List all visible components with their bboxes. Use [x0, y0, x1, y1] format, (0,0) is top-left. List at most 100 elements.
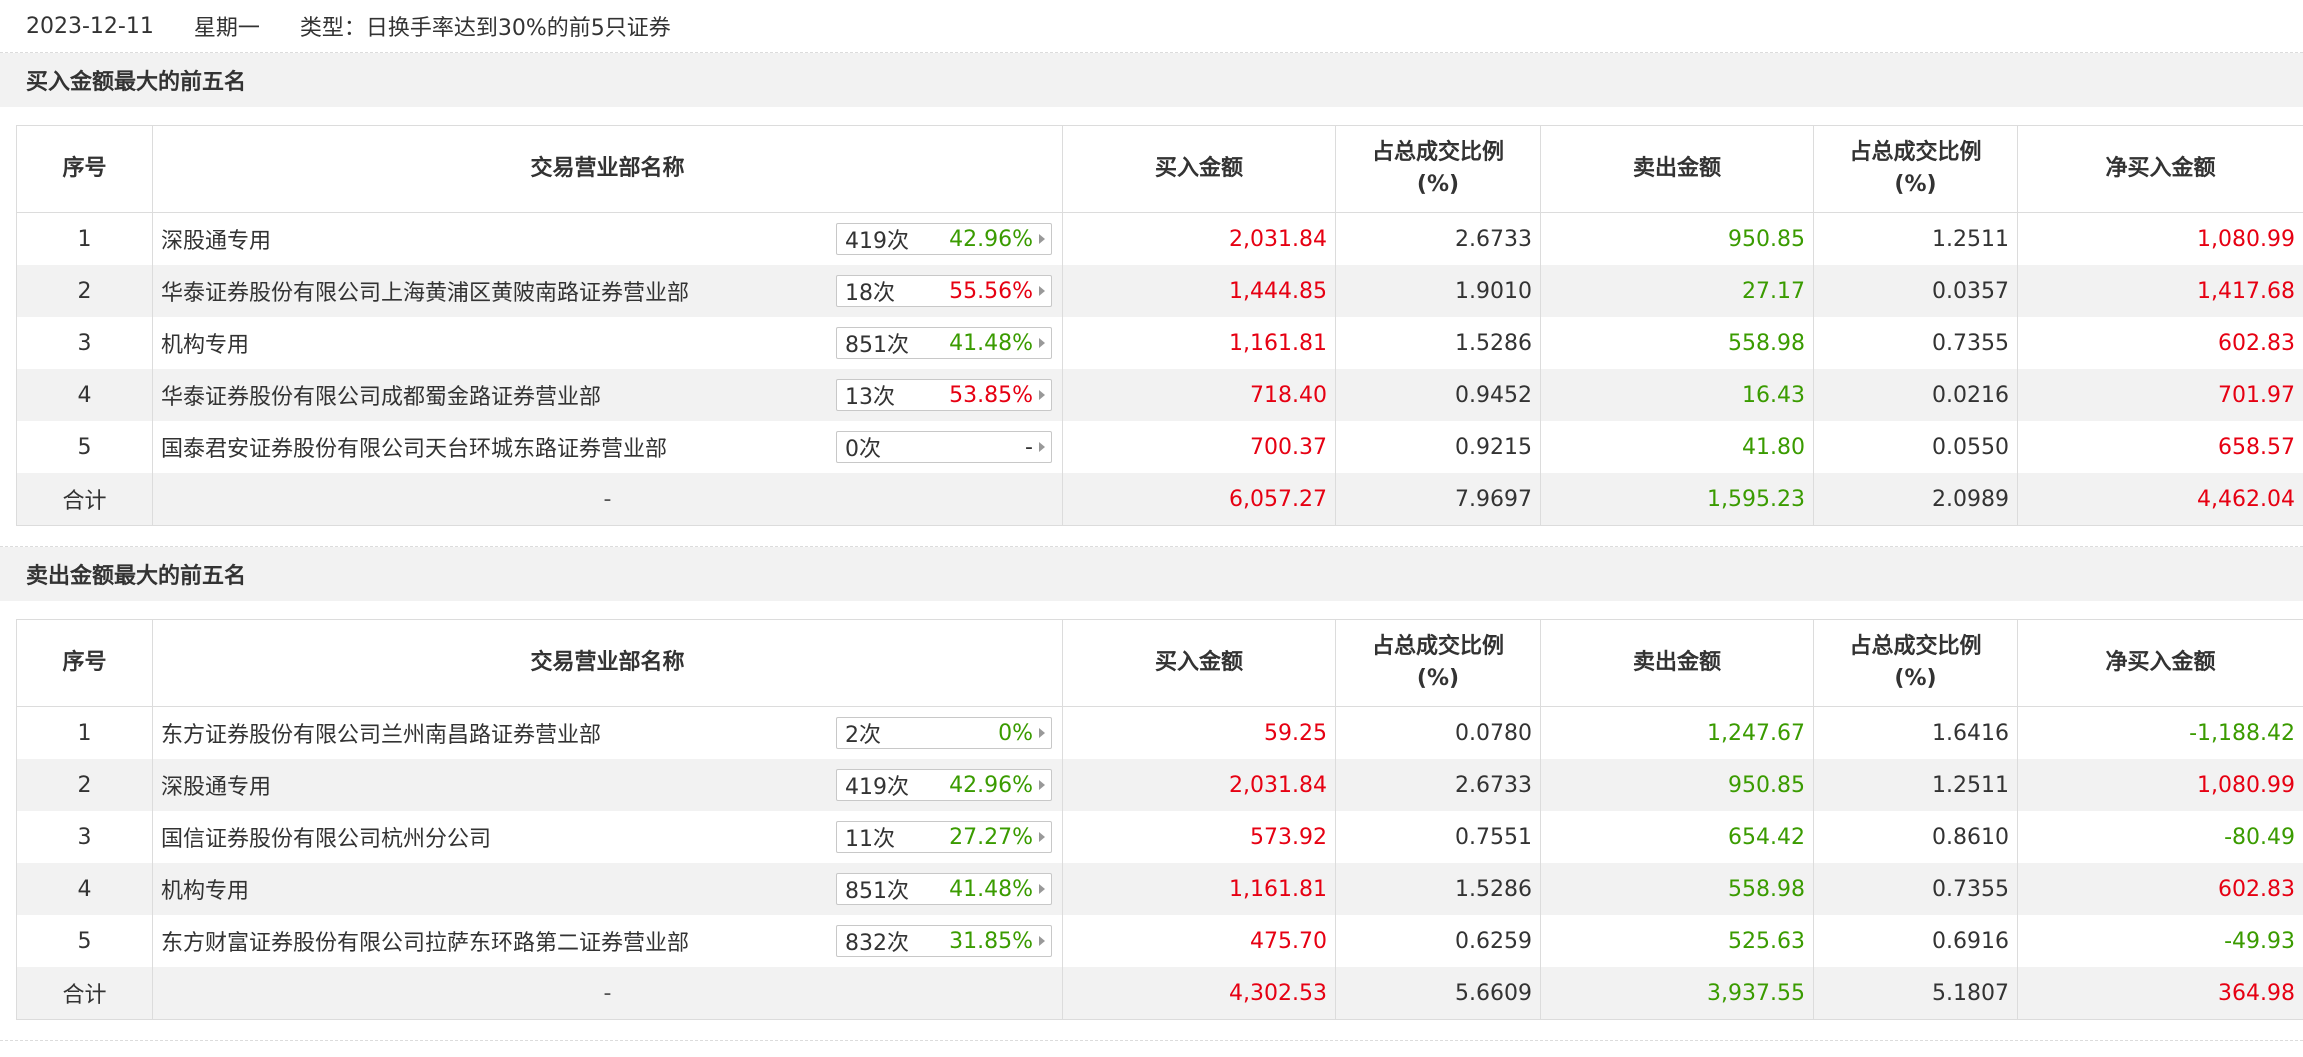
net-buy-amount: 602.83: [2017, 863, 2303, 915]
table-row: 1 深股通专用 419次 42.96% 2,031.84 2.6733 950.85 1.25…: [16, 212, 2303, 265]
branch-stats-badge[interactable]: 419次 42.96%: [836, 769, 1052, 801]
sell-amount: 41.80: [1540, 421, 1814, 473]
branch-stats-badge[interactable]: 11次 27.27%: [836, 821, 1052, 853]
sell-amount: 27.17: [1540, 265, 1814, 317]
listing-count: 851次: [845, 879, 909, 904]
col-sell-ratio-line1: 占总成交比例: [1849, 634, 1982, 659]
sell-amount: 950.85: [1540, 759, 1814, 811]
total-net-buy-amount: 4,462.04: [2017, 473, 2303, 526]
buy-ratio: 0.6259: [1335, 915, 1541, 967]
branch-name-cell: 国信证券股份有限公司杭州分公司 11次 27.27%: [152, 811, 1063, 863]
branch-name[interactable]: 国泰君安证券股份有限公司天台环城东路证券营业部: [161, 431, 667, 463]
net-buy-amount: -80.49: [2017, 811, 2303, 863]
net-buy-amount: 1,080.99: [2017, 212, 2303, 265]
branch-stats-badge[interactable]: 18次 55.56%: [836, 275, 1052, 307]
col-idx: 序号: [16, 125, 153, 213]
net-buy-amount: 701.97: [2017, 369, 2303, 421]
success-rate: 41.48%: [949, 330, 1033, 356]
branch-stats-badge[interactable]: 0次 -: [836, 431, 1052, 463]
table-row: 4 机构专用 851次 41.48% 1,161.81 1.5286 558.98 0.735…: [16, 863, 2303, 915]
buy-ratio: 1.5286: [1335, 317, 1541, 369]
listing-count: 832次: [845, 931, 909, 956]
buy-top5-title: 买入金额最大的前五名: [0, 53, 2303, 107]
branch-name[interactable]: 国信证券股份有限公司杭州分公司: [161, 821, 491, 853]
sell-ratio: 0.6916: [1813, 915, 2018, 967]
branch-stats-badge[interactable]: 2次 0%: [836, 717, 1052, 749]
branch-stats-badge[interactable]: 419次 42.96%: [836, 223, 1052, 255]
branch-name[interactable]: 深股通专用: [161, 223, 271, 255]
buy-ratio: 2.6733: [1335, 212, 1541, 265]
branch-name-cell: 东方证券股份有限公司兰州南昌路证券营业部 2次 0%: [152, 706, 1063, 759]
success-rate: 55.56%: [949, 278, 1033, 304]
table-row: 4 华泰证券股份有限公司成都蜀金路证券营业部 13次 53.85% 718.40 0.94…: [16, 369, 2303, 421]
branch-name-wrap: 深股通专用 419次 42.96%: [161, 769, 1054, 801]
col-buy-ratio: 占总成交比例 (%): [1335, 125, 1541, 213]
col-name: 交易营业部名称: [152, 125, 1063, 213]
success-rate: 42.96%: [949, 226, 1033, 252]
col-buy-ratio-line1: 占总成交比例: [1371, 634, 1504, 659]
net-buy-amount: -49.93: [2017, 915, 2303, 967]
caret-right-icon: [1039, 390, 1045, 400]
col-sell: 卖出金额: [1540, 125, 1814, 213]
branch-name-cell: 深股通专用 419次 42.96%: [152, 759, 1063, 811]
sell-ratio: 1.2511: [1813, 212, 2018, 265]
col-sell-ratio-line2: (%): [1894, 172, 1937, 197]
buy-ratio: 2.6733: [1335, 759, 1541, 811]
branch-name-wrap: 东方证券股份有限公司兰州南昌路证券营业部 2次 0%: [161, 717, 1054, 749]
listing-count: 0次: [845, 437, 881, 462]
branch-name-cell: 华泰证券股份有限公司成都蜀金路证券营业部 13次 53.85%: [152, 369, 1063, 421]
success-rate: 53.85%: [949, 382, 1033, 408]
branch-name[interactable]: 深股通专用: [161, 769, 271, 801]
branch-stats-badge[interactable]: 851次 41.48%: [836, 873, 1052, 905]
branch-name-cell: 东方财富证券股份有限公司拉萨东环路第二证券营业部 832次 31.85%: [152, 915, 1063, 967]
col-buy: 买入金额: [1062, 619, 1336, 707]
branch-name[interactable]: 东方证券股份有限公司兰州南昌路证券营业部: [161, 717, 601, 749]
row-index: 3: [16, 317, 153, 369]
branch-name-wrap: 国信证券股份有限公司杭州分公司 11次 27.27%: [161, 821, 1054, 853]
sell-ratio: 1.6416: [1813, 706, 2018, 759]
buy-ratio: 1.9010: [1335, 265, 1541, 317]
branch-stats-badge[interactable]: 13次 53.85%: [836, 379, 1052, 411]
total-sell-ratio: 2.0989: [1813, 473, 2018, 526]
total-buy-ratio: 5.6609: [1335, 967, 1541, 1020]
net-buy-amount: 1,080.99: [2017, 759, 2303, 811]
net-buy-amount: 658.57: [2017, 421, 2303, 473]
col-buy-ratio: 占总成交比例 (%): [1335, 619, 1541, 707]
branch-stats-badge[interactable]: 832次 31.85%: [836, 925, 1052, 957]
total-buy-amount: 6,057.27: [1062, 473, 1336, 526]
branch-name-cell: 国泰君安证券股份有限公司天台环城东路证券营业部 0次 -: [152, 421, 1063, 473]
total-sell-ratio: 5.1807: [1813, 967, 2018, 1020]
sell-amount: 525.63: [1540, 915, 1814, 967]
buy-ratio: 0.9452: [1335, 369, 1541, 421]
branch-stats-badge[interactable]: 851次 41.48%: [836, 327, 1052, 359]
branch-name[interactable]: 华泰证券股份有限公司上海黄浦区黄陂南路证券营业部: [161, 275, 689, 307]
branch-name[interactable]: 华泰证券股份有限公司成都蜀金路证券营业部: [161, 379, 601, 411]
row-index: 5: [16, 915, 153, 967]
caret-right-icon: [1039, 884, 1045, 894]
branch-name[interactable]: 机构专用: [161, 873, 249, 905]
branch-name[interactable]: 机构专用: [161, 327, 249, 359]
total-buy-amount: 4,302.53: [1062, 967, 1336, 1020]
row-index: 4: [16, 369, 153, 421]
caret-right-icon: [1039, 234, 1045, 244]
col-buy: 买入金额: [1062, 125, 1336, 213]
success-rate: 27.27%: [949, 824, 1033, 850]
row-index: 5: [16, 421, 153, 473]
col-buy-ratio-line2: (%): [1416, 666, 1460, 691]
branch-name-wrap: 华泰证券股份有限公司上海黄浦区黄陂南路证券营业部 18次 55.56%: [161, 275, 1054, 307]
sell-top5-title: 卖出金额最大的前五名: [0, 547, 2303, 601]
sell-ratio: 0.8610: [1813, 811, 2018, 863]
caret-right-icon: [1039, 442, 1045, 452]
branch-name-wrap: 华泰证券股份有限公司成都蜀金路证券营业部 13次 53.85%: [161, 379, 1054, 411]
branch-name[interactable]: 东方财富证券股份有限公司拉萨东环路第二证券营业部: [161, 925, 689, 957]
total-sell-amount: 3,937.55: [1540, 967, 1814, 1020]
col-sell: 卖出金额: [1540, 619, 1814, 707]
success-rate: 0%: [998, 720, 1033, 746]
listing-count: 851次: [845, 333, 909, 358]
success-rate: -: [1025, 434, 1033, 460]
sell-top5-table: 序号 交易营业部名称 买入金额 占总成交比例 (%) 卖出金额 占总成交比例 (%)…: [16, 619, 2303, 1020]
buy-ratio: 0.0780: [1335, 706, 1541, 759]
table-row: 1 东方证券股份有限公司兰州南昌路证券营业部 2次 0% 59.25 0.0780 1,24…: [16, 706, 2303, 759]
buy-ratio: 0.9215: [1335, 421, 1541, 473]
sell-ratio: 0.0550: [1813, 421, 2018, 473]
